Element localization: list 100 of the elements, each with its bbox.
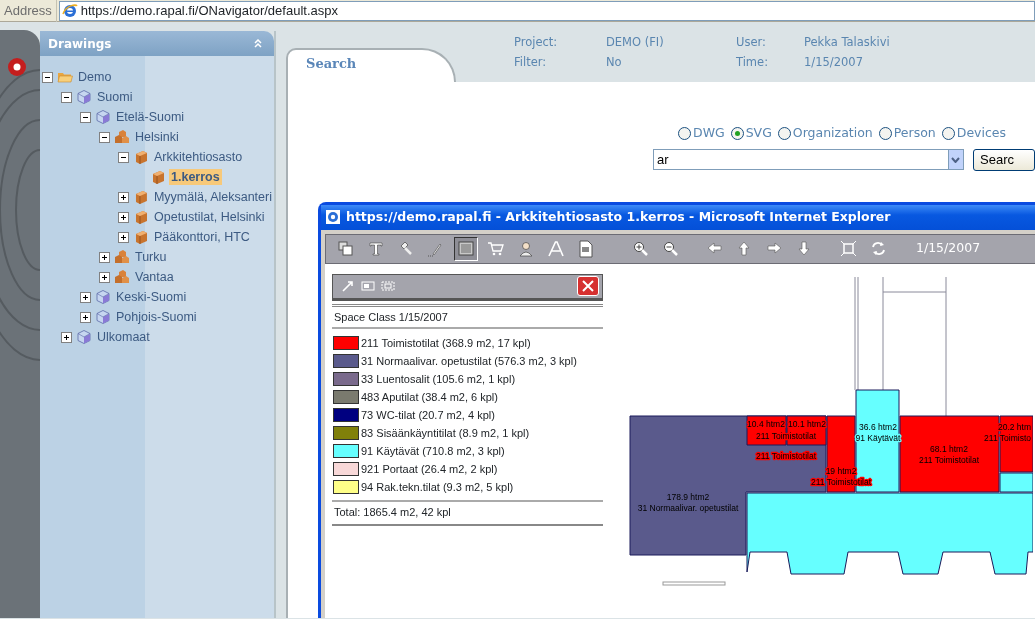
- submit-button[interactable]: Searc: [973, 148, 1035, 171]
- pdf-icon: [577, 239, 595, 258]
- tree-item[interactable]: Demo: [76, 69, 114, 85]
- legend-label: 73 WC-tilat (20.7 m2, 4 kpl): [361, 408, 495, 423]
- room-area-label: 10.4 htm2: [747, 418, 785, 429]
- radio-label[interactable]: Person: [893, 124, 936, 143]
- room-area-label: 68.1 htm2: [930, 443, 968, 454]
- region-icon: [95, 109, 111, 125]
- building-icon: [133, 229, 149, 245]
- panel-title: Drawings: [48, 35, 112, 53]
- info-label: Time:: [736, 54, 770, 72]
- radio-label[interactable]: DWG: [693, 124, 725, 143]
- radio-button[interactable]: [878, 126, 892, 140]
- legend-label: 921 Portaat (26.4 m2, 2 kpl): [361, 462, 498, 477]
- zoom-in-icon: [631, 240, 649, 258]
- scale-bar: [662, 581, 726, 586]
- expand-toggle[interactable]: [99, 271, 110, 283]
- expand-toggle[interactable]: [118, 211, 129, 223]
- search-tab[interactable]: Search: [286, 48, 456, 82]
- city-icon: [114, 269, 130, 285]
- room-area-label: 10.1 htm2: [788, 418, 826, 429]
- expand-toggle[interactable]: [118, 231, 129, 243]
- legend-label: 91 Käytävät (710.8 m2, 3 kpl): [361, 444, 505, 459]
- room-class-label: 31 Normaalivar. opetustilat: [637, 502, 739, 513]
- info-value: Pekka Talaskivi: [804, 34, 891, 51]
- expand-toggle[interactable]: [118, 191, 129, 203]
- refresh-icon: [869, 240, 887, 258]
- legend-label: 211 Toimistotilat (368.9 m2, 17 kpl): [361, 336, 531, 351]
- tree-item[interactable]: Pääkonttori, HTC: [152, 229, 252, 245]
- info-label: Filter:: [514, 54, 548, 72]
- collapse-toggle[interactable]: [61, 91, 72, 103]
- browser-icon: [325, 209, 341, 226]
- tree-item[interactable]: Pohjois-Suomi: [114, 309, 199, 325]
- expand-toggle[interactable]: [61, 331, 72, 343]
- person-icon: [517, 239, 535, 258]
- region-icon: [76, 329, 92, 345]
- legend-label: 31 Normaalivar. opetustilat (576.3 m2, 3 kpl): [361, 354, 577, 369]
- expand-toggle[interactable]: [80, 291, 91, 303]
- tree-item[interactable]: Turku: [133, 249, 169, 265]
- room-class-label: 211 Toimistotilat: [755, 450, 817, 461]
- layers-icon: [337, 239, 355, 258]
- tree-item[interactable]: Helsinki: [133, 129, 181, 145]
- legend-label: 94 Rak.tekn.tilat (9.3 m2, 5 kpl): [361, 480, 514, 495]
- tree-item[interactable]: Etelä-Suomi: [114, 109, 187, 125]
- toolbar-date: 1/15/2007: [916, 239, 981, 258]
- radio-button[interactable]: [678, 126, 691, 140]
- address-field[interactable]: https://demo.rapal.fi/ONavigator/default.aspx: [58, 0, 1035, 21]
- building-icon: [150, 169, 166, 185]
- collapse-toggle[interactable]: [99, 131, 110, 143]
- tool-button[interactable]: [454, 236, 478, 261]
- building-icon: [133, 209, 149, 225]
- close-button[interactable]: [577, 276, 599, 297]
- collapse-toggle[interactable]: [118, 151, 129, 163]
- room-area-label: 178.9 htm2: [666, 491, 710, 502]
- radio-label[interactable]: Devices: [956, 124, 1007, 143]
- radio-button[interactable]: [730, 126, 744, 140]
- tree-item[interactable]: Suomi: [95, 89, 135, 105]
- info-value: 1/15/2007: [804, 54, 864, 72]
- region-icon: [76, 89, 92, 105]
- room-class-label: 211 Toimisto: [984, 432, 1031, 443]
- caret-icon: [951, 156, 961, 163]
- expand-toggle[interactable]: [99, 251, 110, 263]
- tree-item[interactable]: Arkkitehtiosasto: [152, 149, 245, 165]
- legend-title: Space Class 1/15/2007: [332, 303, 603, 330]
- collapse-toggle[interactable]: [80, 111, 91, 123]
- area-fill-icon: [457, 239, 475, 258]
- search-field[interactable]: ar: [653, 149, 948, 171]
- radio-button[interactable]: [941, 126, 955, 140]
- browser-icon: [61, 2, 78, 19]
- radio-label[interactable]: SVG: [745, 124, 772, 143]
- tree-item[interactable]: Keski-Suomi: [114, 289, 189, 305]
- building-icon: [133, 189, 149, 205]
- city-icon: [114, 129, 130, 145]
- close-icon: [582, 280, 594, 293]
- expand-toggle[interactable]: [80, 311, 91, 323]
- legend-label: 83 Sisäänkäyntitilat (8.9 m2, 1 kpl): [361, 426, 530, 441]
- region-icon: [95, 289, 111, 305]
- tree-item[interactable]: Opetustilat, Helsinki: [152, 209, 267, 225]
- collapse-toggle[interactable]: [42, 71, 53, 83]
- legend-label: 483 Aputilat (38.4 m2, 6 kpl): [361, 390, 498, 405]
- tree-item[interactable]: 1.kerros: [169, 169, 222, 185]
- font-icon: [547, 239, 565, 258]
- tree-item[interactable]: Ulkomaat: [95, 329, 152, 345]
- address-label: Address: [0, 0, 57, 22]
- radio-label[interactable]: Organization: [792, 124, 873, 143]
- text-tool-icon: [367, 239, 385, 258]
- room-area-label: 36.6 htm2: [859, 421, 897, 432]
- info-value: No: [606, 54, 623, 72]
- window-title: https://demo.rapal.fi - Arkkitehtiosasto 1.kerros - Microsoft Internet Explorer: [346, 207, 891, 226]
- building-icon: [133, 149, 149, 165]
- tree-item[interactable]: Vantaa: [133, 269, 176, 285]
- info-label: User:: [736, 34, 767, 51]
- info-label: Project:: [514, 34, 559, 51]
- legend-total: Total: 1865.4 m2, 42 kpl: [332, 500, 603, 526]
- zoom-out-icon: [661, 240, 679, 258]
- fit-icon: [839, 240, 857, 258]
- city-icon: [114, 249, 130, 265]
- legend-label: 33 Luentosalit (105.6 m2, 1 kpl): [361, 372, 516, 387]
- radio-button[interactable]: [777, 126, 791, 140]
- tree-item[interactable]: Myymälä, Aleksanteri: [151, 189, 274, 205]
